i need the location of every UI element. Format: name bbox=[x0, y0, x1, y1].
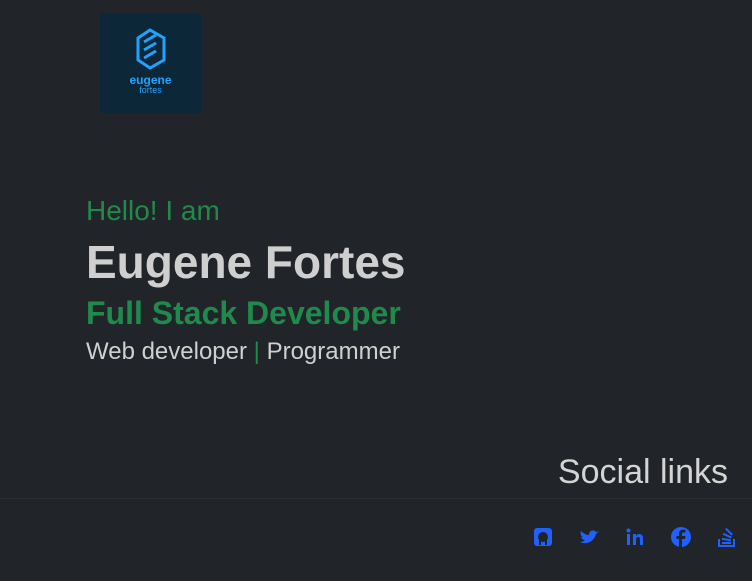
greeting: Hello! I am bbox=[86, 195, 220, 226]
stackoverflow-icon bbox=[718, 527, 735, 547]
footer-divider bbox=[0, 498, 752, 499]
twitter-icon bbox=[580, 530, 599, 544]
hero: Hello! I am Eugene Fortes Full Stack Dev… bbox=[86, 195, 406, 367]
social-links-title: Social links bbox=[557, 453, 728, 491]
github-link[interactable] bbox=[532, 526, 554, 548]
social-links bbox=[532, 526, 738, 548]
tagline-web: Web developer bbox=[86, 338, 247, 365]
logo-subtitle: fortes bbox=[139, 85, 162, 95]
github-icon bbox=[534, 528, 552, 546]
hero-role: Full Stack Developer bbox=[86, 295, 401, 331]
stackoverflow-link[interactable] bbox=[716, 526, 738, 548]
facebook-link[interactable] bbox=[670, 526, 692, 548]
logo-mark-icon bbox=[136, 28, 165, 70]
tagline-separator: | bbox=[253, 338, 260, 365]
facebook-icon bbox=[671, 527, 691, 547]
hero-name: Eugene Fortes bbox=[86, 236, 406, 288]
linkedin-link[interactable] bbox=[624, 526, 646, 548]
tagline: Web developer | Programmer bbox=[86, 337, 406, 367]
logo[interactable]: eugene fortes bbox=[100, 13, 201, 113]
linkedin-icon bbox=[626, 528, 643, 545]
twitter-link[interactable] bbox=[578, 526, 600, 548]
tagline-programmer: Programmer bbox=[266, 338, 400, 365]
